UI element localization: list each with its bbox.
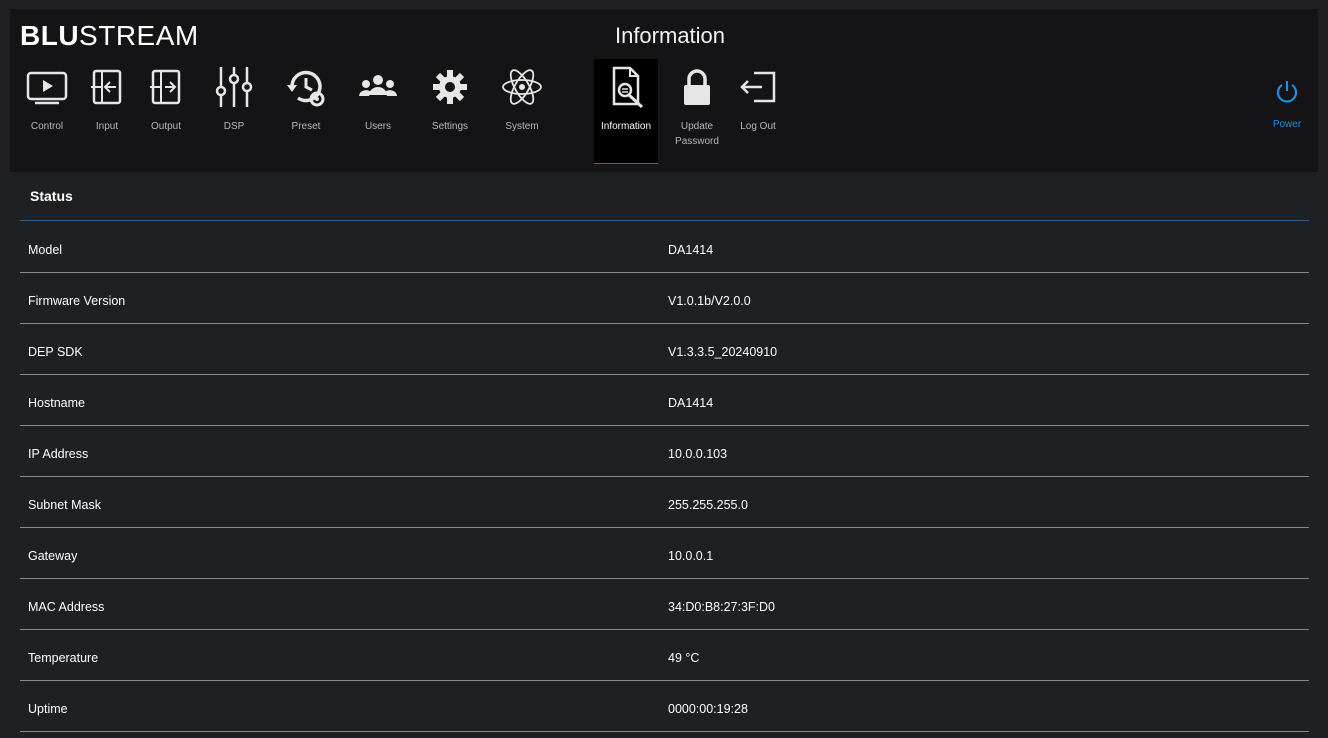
power-button[interactable]: Power bbox=[1264, 79, 1310, 130]
logo-bold-text: BLU bbox=[20, 20, 80, 51]
status-row-model: Model DA1414 bbox=[20, 222, 1309, 273]
row-value: V1.0.1b/V2.0.0 bbox=[668, 294, 751, 308]
nav-input[interactable]: Input bbox=[82, 59, 132, 163]
nav-settings[interactable]: Settings bbox=[418, 59, 482, 163]
nav-output[interactable]: Output bbox=[138, 59, 194, 163]
nav-label-control: Control bbox=[30, 121, 64, 132]
nav-label-information: Information bbox=[600, 121, 652, 132]
status-row-ip-address: IP Address 10.0.0.103 bbox=[20, 426, 1309, 477]
row-value: 10.0.0.103 bbox=[668, 447, 728, 461]
page: BLUSTREAM Information Control Input Outp… bbox=[0, 0, 1328, 738]
nav-information[interactable]: Information bbox=[594, 59, 658, 164]
nav-users[interactable]: Users bbox=[346, 59, 410, 163]
page-title: Information bbox=[614, 23, 726, 48]
row-key: Uptime bbox=[28, 702, 68, 716]
nav-label-logout: Log Out bbox=[740, 121, 776, 132]
row-value: 34:D0:B8:27:3F:D0 bbox=[668, 600, 776, 614]
row-value: 255.255.255.0 bbox=[668, 498, 748, 512]
row-key: Hostname bbox=[28, 396, 85, 410]
power-icon bbox=[1276, 81, 1298, 103]
nav-dsp[interactable]: DSP bbox=[202, 59, 266, 163]
document-search-icon bbox=[604, 65, 648, 109]
status-heading: Status bbox=[30, 188, 73, 204]
status-row-hostname: Hostname DA1414 bbox=[20, 375, 1309, 426]
row-key: IP Address bbox=[28, 447, 89, 461]
logo-light-text: STREAM bbox=[79, 20, 199, 51]
row-value: 10.0.0.1 bbox=[668, 549, 714, 563]
top-header: BLUSTREAM Information Control Input Outp… bbox=[10, 9, 1318, 172]
nav-preset[interactable]: Preset bbox=[274, 59, 338, 163]
row-key: Model bbox=[28, 243, 63, 257]
users-icon bbox=[356, 65, 400, 109]
nav-label-users: Users bbox=[364, 121, 392, 132]
row-key: DEP SDK bbox=[28, 345, 83, 359]
nav-control[interactable]: Control bbox=[18, 59, 76, 163]
row-key: Subnet Mask bbox=[28, 498, 101, 512]
nav-label-update-password: Update Password bbox=[675, 121, 719, 147]
nav-update-password[interactable]: Update Password bbox=[666, 59, 728, 163]
logo-text: BLUSTREAM bbox=[20, 21, 199, 51]
logout-icon bbox=[736, 65, 780, 109]
nav-label-preset: Preset bbox=[291, 121, 321, 132]
nav-label-dsp: DSP bbox=[223, 121, 245, 132]
status-row-dep-sdk: DEP SDK V1.3.3.5_20240910 bbox=[20, 324, 1309, 375]
nav-system[interactable]: System bbox=[490, 59, 554, 163]
input-icon bbox=[85, 65, 129, 109]
row-value: DA1414 bbox=[668, 396, 714, 410]
power-label: Power bbox=[1272, 119, 1302, 130]
row-key: MAC Address bbox=[28, 600, 105, 614]
row-value: 0000:00:19:28 bbox=[668, 702, 748, 716]
status-table: Model DA1414 Firmware Version V1.0.1b/V2.0… bbox=[20, 222, 1309, 732]
row-key: Gateway bbox=[28, 549, 78, 563]
status-row-mac-address: MAC Address 34:D0:B8:27:3F:D0 bbox=[20, 579, 1309, 630]
atom-icon bbox=[500, 65, 544, 109]
row-value: 49 °C bbox=[668, 651, 700, 665]
status-row-temperature: Temperature 49 °C bbox=[20, 630, 1309, 681]
row-value: V1.3.3.5_20240910 bbox=[668, 345, 778, 359]
row-key: Firmware Version bbox=[28, 294, 126, 308]
nav-label-output: Output bbox=[150, 121, 182, 132]
status-row-uptime: Uptime 0000:00:19:28 bbox=[20, 681, 1309, 732]
nav-label-input: Input bbox=[95, 121, 119, 132]
nav-logout[interactable]: Log Out bbox=[730, 59, 786, 163]
monitor-play-icon bbox=[25, 65, 69, 109]
nav-label-settings: Settings bbox=[431, 121, 469, 132]
output-icon bbox=[144, 65, 188, 109]
status-row-gateway: Gateway 10.0.0.1 bbox=[20, 528, 1309, 579]
row-value: DA1414 bbox=[668, 243, 714, 257]
status-row-subnet-mask: Subnet Mask 255.255.255.0 bbox=[20, 477, 1309, 528]
nav-label-system: System bbox=[505, 121, 539, 132]
preset-history-icon bbox=[284, 65, 328, 109]
gear-icon bbox=[428, 65, 472, 109]
dsp-sliders-icon bbox=[212, 65, 256, 109]
blustream-logo: BLUSTREAM bbox=[20, 21, 199, 51]
status-row-firmware-version: Firmware Version V1.0.1b/V2.0.0 bbox=[20, 273, 1309, 324]
status-section-header: Status bbox=[20, 172, 1309, 221]
lock-icon bbox=[675, 65, 719, 109]
row-key: Temperature bbox=[28, 651, 99, 665]
